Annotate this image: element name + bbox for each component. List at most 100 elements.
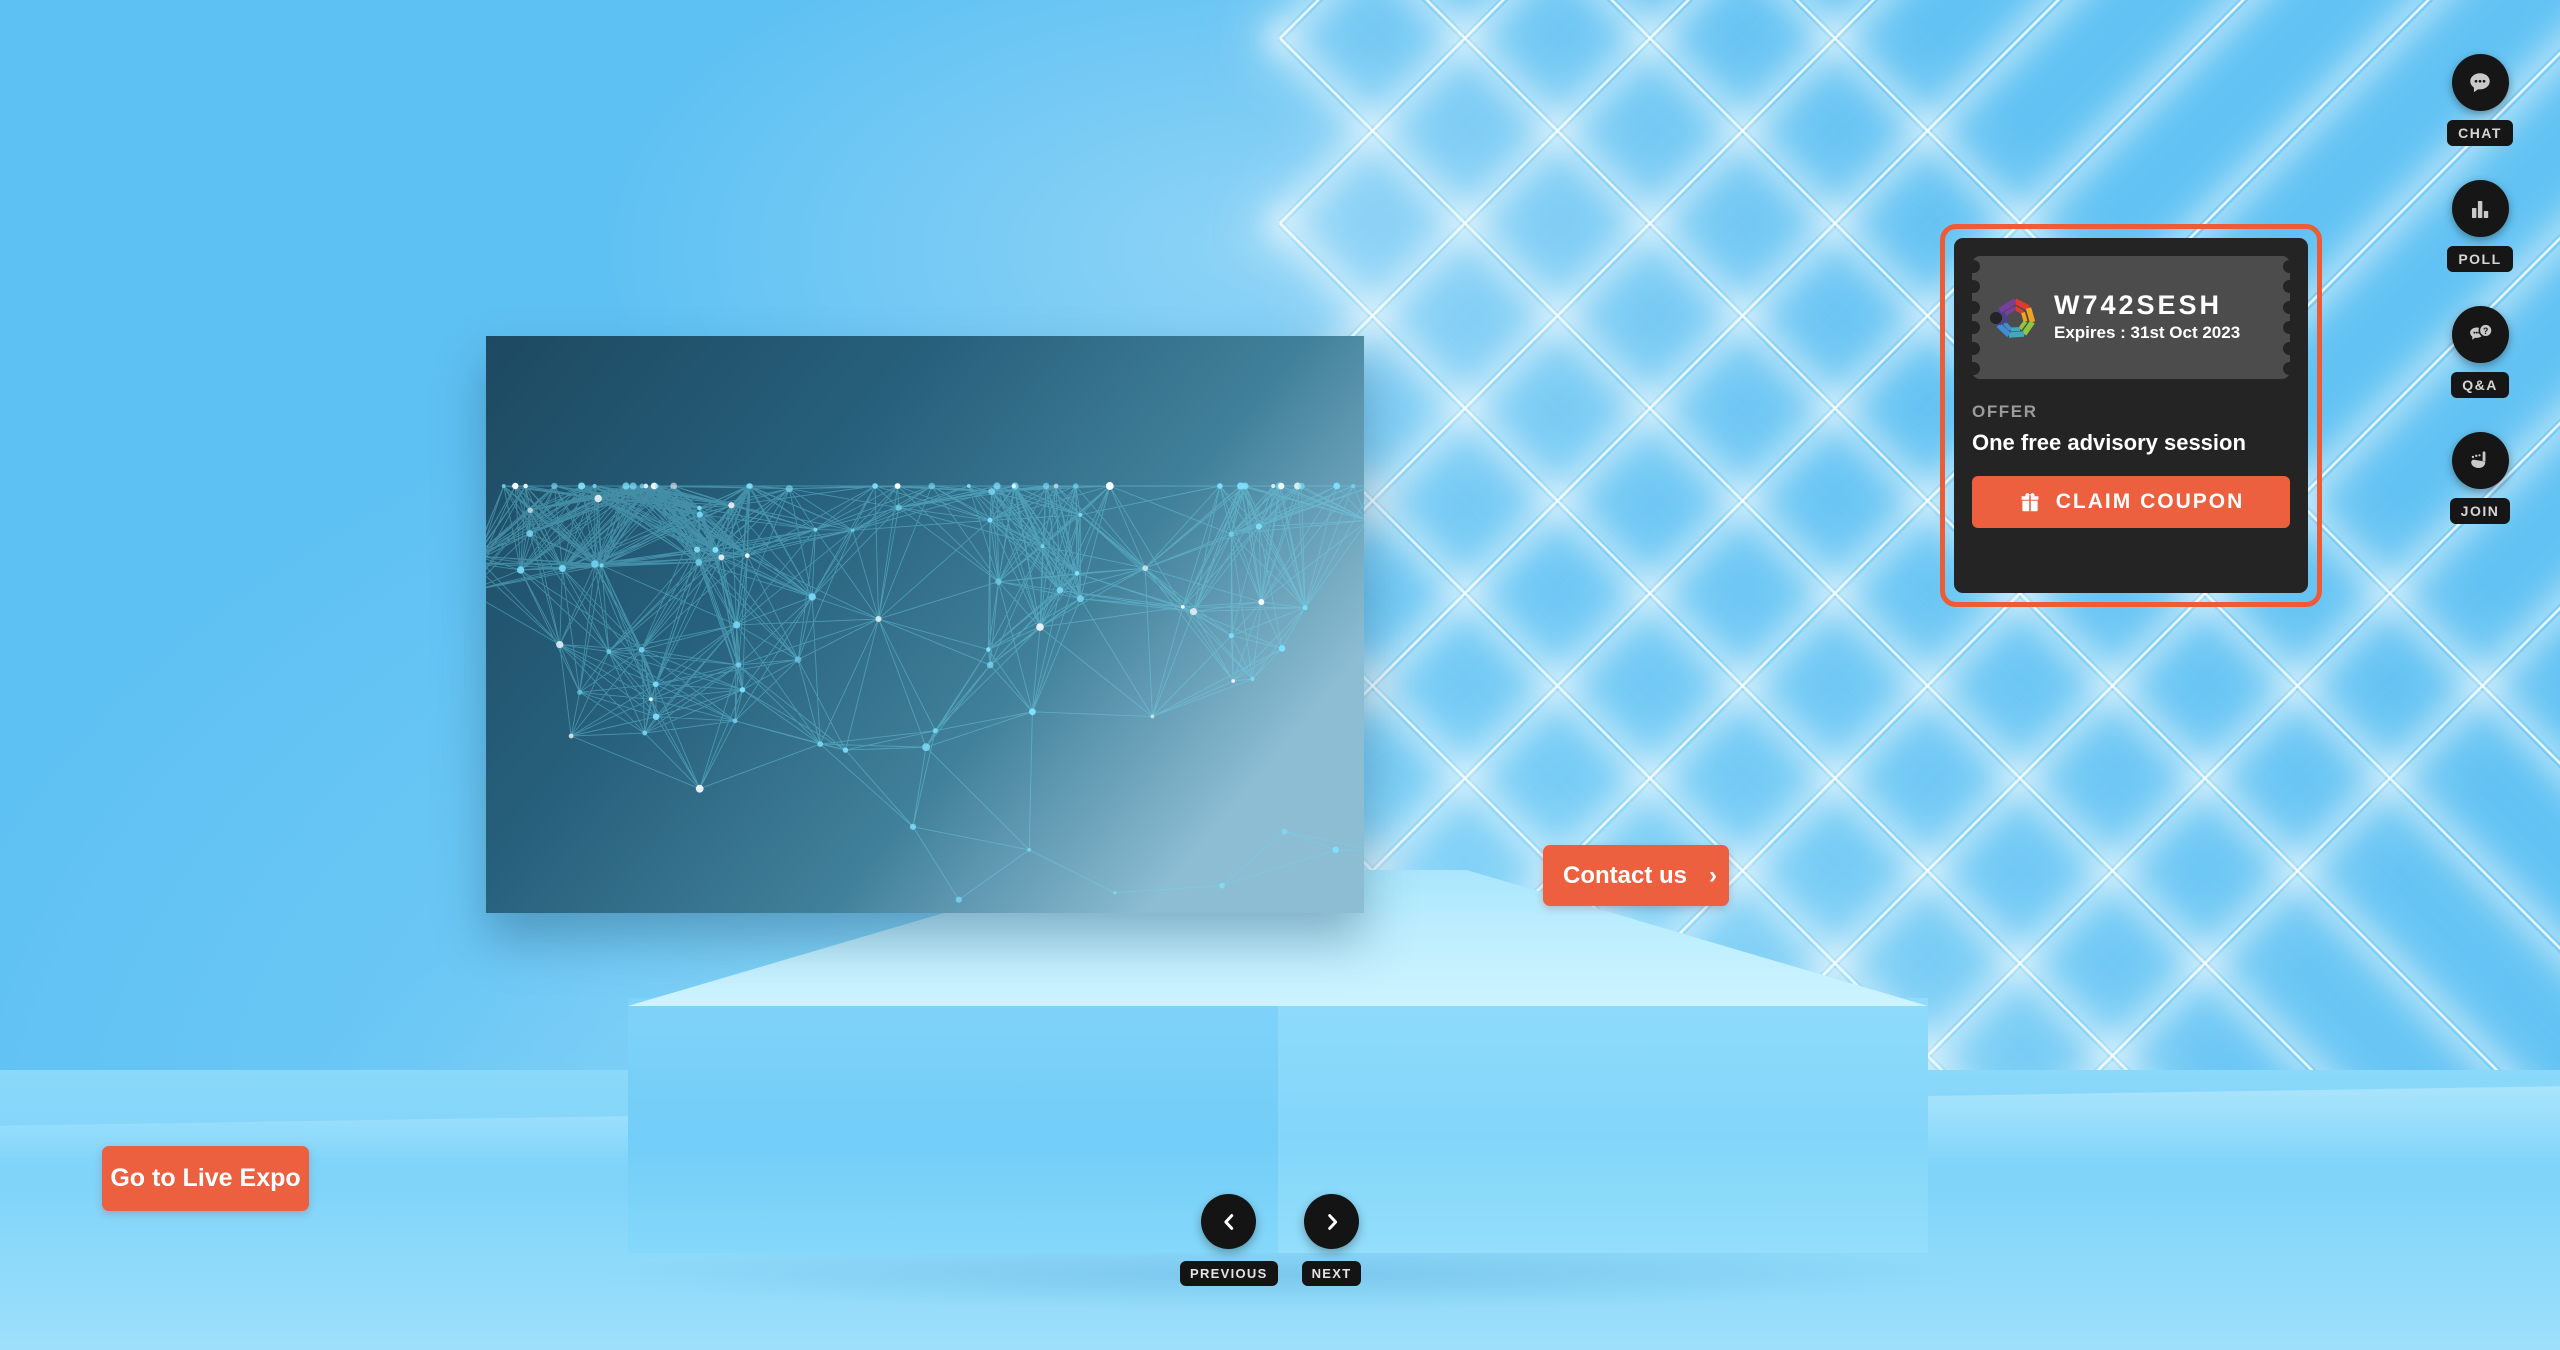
mesh-node <box>652 681 659 688</box>
claim-coupon-label: CLAIM COUPON <box>2055 490 2245 513</box>
mesh-node <box>629 482 637 490</box>
mesh-node <box>850 528 855 533</box>
mesh-node <box>599 563 604 568</box>
mesh-node <box>785 485 793 493</box>
toolbar-item-join[interactable]: JOIN <box>2449 432 2511 524</box>
qa-button[interactable]: ? <box>2451 306 2509 363</box>
chat-button[interactable] <box>2451 54 2509 111</box>
toolbar-item-poll[interactable]: POLL <box>2447 180 2513 272</box>
mesh-node <box>987 517 993 523</box>
mesh-node <box>1281 828 1288 835</box>
booth-banner-screen[interactable] <box>486 336 1364 913</box>
mesh-node <box>622 482 630 490</box>
mesh-node <box>606 649 612 655</box>
mesh-node <box>988 488 996 495</box>
mesh-node <box>1105 482 1114 490</box>
poll-button[interactable] <box>2451 180 2509 237</box>
bar-chart-icon <box>2472 200 2489 218</box>
mesh-node <box>732 621 741 629</box>
question-bubble-icon: ? <box>2469 323 2493 340</box>
mesh-node <box>732 718 738 724</box>
mesh-node <box>1027 848 1032 852</box>
mesh-node <box>1228 531 1234 537</box>
mesh-node <box>526 530 534 537</box>
mesh-node <box>1302 605 1308 611</box>
mesh-node <box>654 483 659 489</box>
go-to-live-expo-button[interactable]: Go to Live Expo <box>102 1146 309 1211</box>
mesh-node <box>872 483 878 489</box>
chevron-left-icon <box>1224 1213 1234 1230</box>
claim-coupon-button[interactable]: CLAIM COUPON <box>1972 476 2290 528</box>
mesh-node <box>1180 605 1185 609</box>
mesh-node <box>1332 846 1339 854</box>
mesh-node <box>1278 645 1286 652</box>
coupon-code: W742SESH <box>2054 290 2223 321</box>
mesh-node <box>747 483 753 489</box>
ticket-text-block: W742SESH Expires : 31st Oct 2023 <box>2054 290 2240 345</box>
mesh-node <box>1053 483 1059 489</box>
network-mesh-graphic <box>486 336 1364 913</box>
mesh-node <box>1150 714 1155 719</box>
raised-hand-icon <box>2470 451 2485 468</box>
join-label: JOIN <box>2449 498 2511 524</box>
carousel-navigation: PREVIOUS NEXT <box>1180 1194 1362 1286</box>
qa-label: Q&A <box>2451 372 2509 398</box>
mesh-node <box>551 482 558 490</box>
mesh-node <box>694 546 700 553</box>
next-slide-control[interactable]: NEXT <box>1301 1194 1362 1286</box>
mesh-node <box>1298 482 1305 490</box>
mesh-node <box>794 656 802 663</box>
mesh-node <box>649 697 653 702</box>
contact-us-button[interactable]: Contact us › <box>1543 845 1729 906</box>
join-button[interactable] <box>2451 432 2509 489</box>
mesh-node <box>1040 544 1045 549</box>
mesh-node <box>986 661 994 669</box>
offer-title: One free advisory session <box>1972 430 2246 455</box>
coupon-card-highlight[interactable]: W742SESH Expires : 31st Oct 2023 OFFER O… <box>1940 224 2322 607</box>
mesh-node <box>817 741 823 747</box>
mesh-node <box>718 554 725 561</box>
mesh-node <box>652 713 660 720</box>
chat-label: CHAT <box>2447 120 2513 146</box>
mesh-node <box>1217 483 1223 489</box>
toolbar-item-qa[interactable]: ? Q&A <box>2451 306 2509 398</box>
mesh-node <box>501 484 506 488</box>
mesh-node <box>642 730 648 736</box>
previous-button[interactable] <box>1201 1194 1257 1249</box>
mesh-node <box>1011 483 1016 489</box>
mesh-node <box>1231 679 1236 683</box>
mesh-node <box>523 483 528 489</box>
mesh-node <box>577 689 583 695</box>
mesh-node <box>578 482 586 490</box>
chevron-right-icon: › <box>1709 861 1717 889</box>
mesh-node <box>638 646 645 653</box>
brand-logo-icon <box>1995 298 2036 338</box>
mesh-node <box>922 743 931 752</box>
mesh-node <box>813 527 818 532</box>
mesh-node <box>1278 482 1285 490</box>
toolbar-item-chat[interactable]: CHAT <box>2447 54 2513 146</box>
mesh-node <box>739 687 746 693</box>
offer-label: OFFER <box>1972 402 2038 421</box>
ticket-notch-right <box>2282 256 2290 379</box>
mesh-node <box>1255 523 1262 530</box>
previous-slide-control[interactable]: PREVIOUS <box>1180 1194 1278 1286</box>
right-toolbar: CHAT POLL ? Q&A JOIN <box>2428 54 2532 524</box>
chevron-arm-left <box>1277 0 2560 966</box>
mesh-node <box>1074 571 1080 576</box>
contact-us-label: Contact us <box>1562 861 1687 889</box>
mesh-node <box>932 728 938 734</box>
next-label: NEXT <box>1301 1261 1362 1286</box>
mesh-node <box>695 784 704 793</box>
poll-label: POLL <box>2447 246 2513 272</box>
mesh-node <box>955 896 962 903</box>
mesh-node <box>808 593 816 601</box>
mesh-node <box>527 507 533 514</box>
next-button[interactable] <box>1304 1194 1360 1249</box>
mesh-node <box>670 482 678 490</box>
mesh-node <box>1036 623 1044 631</box>
mesh-node <box>697 505 702 511</box>
mesh-node <box>1271 483 1276 489</box>
coupon-card: W742SESH Expires : 31st Oct 2023 OFFER O… <box>1954 238 2308 593</box>
go-to-live-expo-label: Go to Live Expo <box>110 1164 301 1192</box>
